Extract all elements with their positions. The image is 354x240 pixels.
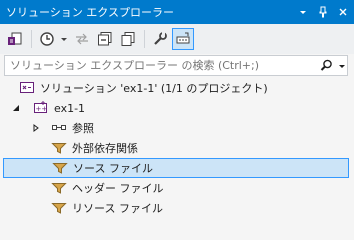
history-dropdown-icon[interactable] [59,28,69,50]
pin-icon[interactable] [314,3,332,21]
svg-text:++: ++ [36,105,48,113]
references-icon [50,120,68,136]
show-all-files-icon[interactable] [117,28,139,50]
history-icon[interactable] [36,28,58,50]
properties-icon[interactable] [149,28,171,50]
solution-node[interactable]: ソリューション 'ex1-1' (1/1 のプロジェクト) [0,78,350,98]
tree-item-header-files[interactable]: ヘッダー ファイル [0,178,350,198]
dropdown-icon[interactable] [294,3,312,21]
solution-label: ソリューション 'ex1-1' (1/1 のプロジェクト) [40,82,268,95]
title-bar: ソリューション エクスプローラー [0,0,354,24]
tree-item-label: 外部依存関係 [72,142,138,155]
tree-item-label: 参照 [72,122,94,135]
search-options-dropdown-icon[interactable] [337,62,347,70]
toolbar-separator [144,30,145,48]
tree-item-source-files[interactable]: ソース ファイル [3,158,349,178]
expanded-arrow-icon[interactable] [10,104,22,112]
tree-item-external-dependencies[interactable]: 外部依存関係 [0,138,350,158]
back-icon[interactable] [71,28,93,50]
toolbar [0,24,354,54]
switch-views-icon[interactable] [4,28,26,50]
folder-filter-icon [50,140,68,156]
solution-tree: ソリューション 'ex1-1' (1/1 のプロジェクト) ++ ex1-1 参… [0,78,354,222]
cpp-project-icon: ++ [32,100,50,116]
tree-item-label: ヘッダー ファイル [72,182,164,195]
close-icon[interactable] [334,3,352,21]
tree-item-resource-files[interactable]: リソース ファイル [0,198,350,218]
search-box [4,55,348,76]
tree-item-label: ソース ファイル [73,162,153,175]
collapse-all-icon[interactable] [94,28,116,50]
tree-item-label: リソース ファイル [72,202,163,215]
toolbar-separator [31,30,32,48]
folder-filter-icon [51,160,69,176]
collapsed-arrow-icon[interactable] [30,124,42,132]
folder-filter-icon [50,180,68,196]
search-icon[interactable] [315,56,337,75]
tree-item-references[interactable]: 参照 [0,118,350,138]
preview-selected-icon[interactable] [172,28,194,50]
window-title: ソリューション エクスプローラー [6,6,174,19]
search-input[interactable] [5,56,315,75]
project-label: ex1-1 [54,101,86,115]
solution-icon [18,80,36,96]
folder-filter-icon [50,200,68,216]
project-node[interactable]: ++ ex1-1 [0,98,350,118]
